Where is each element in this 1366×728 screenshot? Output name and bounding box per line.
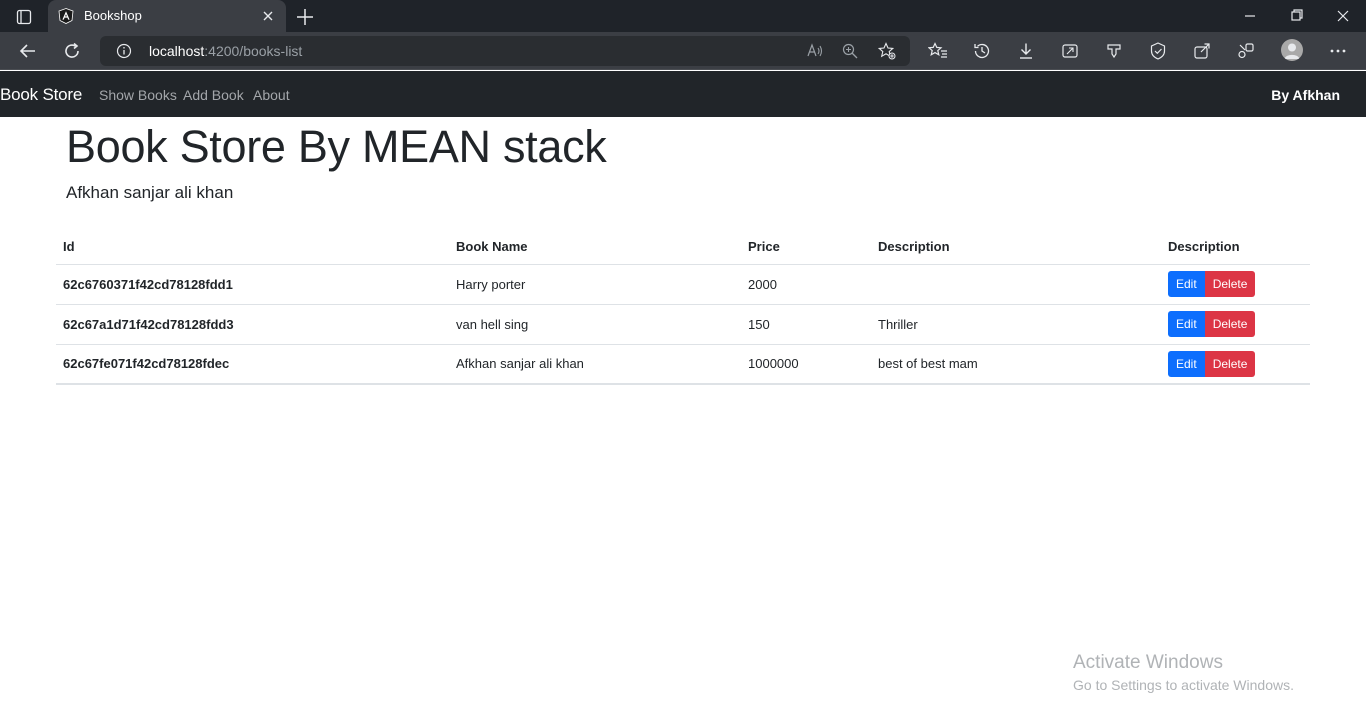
downloads-icon[interactable] (1014, 39, 1038, 63)
book-description (871, 264, 1161, 305)
url-host: localhost (149, 43, 205, 59)
delete-button[interactable]: Delete (1204, 311, 1256, 337)
windows-activation-watermark: Activate Windows Go to Settings to activ… (1073, 652, 1294, 693)
tab-title: Bookshop (84, 8, 142, 23)
address-bar[interactable]: localhost:4200/books-list (100, 36, 910, 66)
back-icon[interactable] (16, 39, 40, 63)
minimize-icon[interactable] (1236, 4, 1264, 28)
book-name: Afkhan sanjar ali khan (449, 344, 741, 385)
web-capture-icon[interactable] (1058, 39, 1082, 63)
page-subtitle: Afkhan sanjar ali khan (66, 183, 234, 202)
row-actions: Edit Delete (1161, 304, 1310, 345)
app-navbar: Book Store Show Books Add Book About By … (0, 71, 1366, 117)
table-row: 62c67fe071f42cd78128fdec Afkhan sanjar a… (56, 344, 1310, 385)
url-path: :4200/books-list (204, 43, 303, 59)
read-aloud-icon[interactable] (805, 41, 825, 61)
profile-avatar-icon[interactable] (1281, 39, 1303, 61)
edit-button[interactable]: Edit (1168, 271, 1205, 297)
table-row: 62c67a1d71f42cd78128fdd3 van hell sing 1… (56, 304, 1310, 345)
book-price: 2000 (741, 264, 871, 305)
book-id: 62c67a1d71f42cd78128fdd3 (56, 304, 449, 345)
nav-link-add-book[interactable]: Add Book (183, 87, 244, 103)
column-header-price: Price (741, 229, 871, 265)
sidebar-apps-icon[interactable] (1234, 39, 1258, 63)
more-options-icon[interactable] (1326, 39, 1350, 63)
book-price: 150 (741, 304, 871, 345)
book-description: Thriller (871, 304, 1161, 345)
row-actions: Edit Delete (1161, 344, 1310, 385)
column-header-description: Description (871, 229, 1161, 265)
restore-icon[interactable] (1282, 4, 1310, 28)
column-header-actions: Description (1161, 229, 1310, 265)
close-tab-icon[interactable] (260, 8, 276, 24)
nav-link-show-books[interactable]: Show Books (99, 87, 177, 103)
delete-button[interactable]: Delete (1204, 271, 1256, 297)
book-price: 1000000 (741, 344, 871, 385)
row-actions: Edit Delete (1161, 264, 1310, 305)
delete-button[interactable]: Delete (1204, 350, 1256, 377)
browser-tab-bar: Bookshop (0, 0, 1366, 32)
browser-toolbar: localhost:4200/books-list (0, 32, 1366, 70)
table-row: 62c6760371f42cd78128fdd1 Harry porter 20… (56, 264, 1310, 305)
watermark-subtitle: Go to Settings to activate Windows. (1073, 677, 1294, 693)
books-table: Id Book Name Price Description Descripti… (56, 229, 1310, 385)
history-icon[interactable] (970, 39, 994, 63)
watermark-title: Activate Windows (1073, 652, 1223, 673)
book-id: 62c67fe071f42cd78128fdec (56, 344, 449, 385)
add-favorite-icon[interactable] (877, 41, 897, 61)
navbar-brand[interactable]: Book Store (0, 85, 82, 105)
book-name: Harry porter (449, 264, 741, 305)
browser-tab[interactable]: Bookshop (48, 0, 286, 32)
column-header-id: Id (56, 229, 449, 265)
favorites-icon[interactable] (926, 39, 950, 63)
column-header-book-name: Book Name (449, 229, 741, 265)
book-id: 62c6760371f42cd78128fdd1 (56, 264, 449, 305)
url-text: localhost:4200/books-list (149, 43, 302, 59)
tab-actions-icon[interactable] (10, 6, 38, 28)
nav-link-about[interactable]: About (253, 87, 290, 103)
book-name: van hell sing (449, 304, 741, 345)
new-tab-icon[interactable] (294, 6, 316, 28)
edit-button[interactable]: Edit (1168, 350, 1205, 377)
extensions-icon[interactable] (1102, 39, 1126, 63)
navbar-author: By Afkhan (1271, 87, 1340, 103)
share-icon[interactable] (1190, 39, 1214, 63)
page-title: Book Store By MEAN stack (66, 121, 607, 172)
close-window-icon[interactable] (1329, 4, 1357, 28)
angular-logo-icon (58, 8, 74, 24)
site-info-icon[interactable] (116, 43, 132, 59)
zoom-icon[interactable] (840, 41, 860, 61)
browser-essentials-icon[interactable] (1146, 39, 1170, 63)
refresh-icon[interactable] (60, 39, 84, 63)
book-description: best of best mam (871, 344, 1161, 385)
edit-button[interactable]: Edit (1168, 311, 1205, 337)
table-header-row: Id Book Name Price Description Descripti… (56, 229, 1310, 265)
